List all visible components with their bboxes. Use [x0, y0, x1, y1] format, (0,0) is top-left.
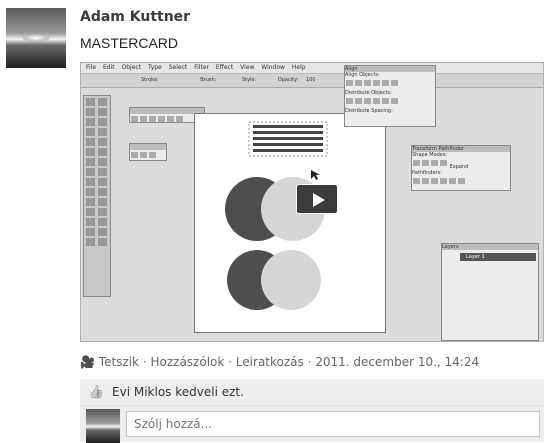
menu-item-window: Window — [261, 64, 285, 71]
feed-post: Adam Kuttner MASTERCARD File Edit Object… — [0, 0, 544, 443]
pathfinders-label: Pathfinders: — [412, 170, 442, 176]
control-stroke: Stroke: — [141, 77, 159, 83]
menu-item-type: Type — [147, 64, 162, 71]
video-camera-icon: 🎥 — [80, 355, 95, 369]
illustrator-menu-bar: File Edit Object Type Select Filter Effe… — [81, 63, 543, 74]
layer-row: Layer 1 — [460, 253, 536, 261]
menu-item-filter: Filter — [194, 64, 209, 71]
control-opacity: Opacity: — [277, 77, 299, 83]
align-objects-label: Align Objects: — [345, 72, 380, 78]
menu-item-effect: Effect — [215, 64, 234, 71]
separator: · — [228, 355, 232, 369]
separator: · — [142, 355, 147, 369]
play-button[interactable] — [296, 184, 338, 214]
menu-item-object: Object — [121, 64, 142, 71]
menu-item-file: File — [86, 64, 97, 71]
comment-composer — [80, 405, 544, 443]
like-link[interactable]: Tetszik — [99, 355, 139, 369]
artwork — [225, 121, 328, 310]
distribute-objects-label: Distribute Objects: — [345, 90, 392, 96]
distribute-spacing-label: Distribute Spacing: — [345, 108, 393, 114]
menu-item-select: Select — [168, 64, 188, 71]
author-avatar[interactable] — [6, 8, 66, 68]
artboard — [194, 113, 386, 333]
control-style: Style: — [241, 77, 257, 83]
separator: · — [307, 355, 312, 369]
layers-panel-title: Layers — [442, 244, 459, 250]
post-actions: 🎥 Tetszik · Hozzászólok · Leiratkozás · … — [80, 355, 479, 369]
control-brush: Brush: — [200, 77, 217, 83]
author-name[interactable]: Adam Kuttner — [80, 9, 190, 25]
tools-panel — [83, 95, 111, 297]
liker-name[interactable]: Evi Miklos — [112, 385, 171, 399]
pathfinder-panel: Transform Pathfinder Shape Modes: Expand… — [411, 145, 511, 191]
video-thumbnail[interactable]: File Edit Object Type Select Filter Effe… — [80, 62, 544, 342]
post-timestamp[interactable]: 2011. december 10., 14:24 — [315, 355, 479, 369]
menu-item-view: View — [240, 64, 255, 71]
thumbs-up-icon: 👍 — [88, 385, 105, 400]
shape-modes-label: Shape Modes: — [412, 152, 448, 158]
likes-bar: 👍 Evi Miklos kedveli ezt. — [80, 379, 544, 405]
floating-scissors-panel — [129, 143, 167, 161]
post-message: MASTERCARD — [80, 35, 179, 51]
comment-input[interactable] — [126, 411, 540, 437]
illustrator-control-bar: Stroke: Brush: Style: Opacity: 100 — [81, 74, 543, 88]
likes-text: kedveli ezt. — [175, 385, 244, 399]
layers-panel: Layers Layer 1 — [441, 243, 539, 341]
unsubscribe-link[interactable]: Leiratkozás — [236, 355, 304, 369]
menu-item-edit: Edit — [102, 64, 115, 71]
expand-button: Expand — [449, 164, 469, 170]
commenter-avatar — [86, 409, 120, 443]
align-panel: Align Align Objects: Distribute Objects:… — [344, 65, 436, 127]
menu-item-help: Help — [291, 64, 306, 71]
comment-link[interactable]: Hozzászólok — [150, 355, 224, 369]
control-opacity-value: 100 — [305, 77, 316, 83]
layer-name: Layer 1 — [466, 254, 485, 260]
